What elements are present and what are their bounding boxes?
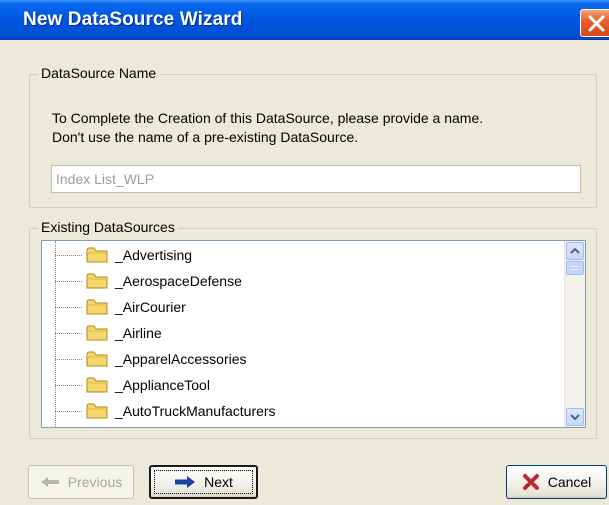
cancel-button-label: Cancel [547, 474, 592, 490]
tree-branch-line [55, 255, 82, 256]
tree-branch-line [55, 333, 82, 334]
tree-branch-line [55, 307, 82, 308]
instruction-line-1: To Complete the Creation of this DataSou… [52, 110, 484, 126]
previous-button-label: Previous [67, 474, 123, 490]
arrow-right-icon [175, 476, 196, 488]
vertical-scrollbar[interactable] [564, 241, 585, 427]
tree-item[interactable]: _AutoTruckManufacturers [55, 399, 555, 425]
tree-item-label: _AirCourier [115, 299, 186, 315]
tree-branch-line [55, 385, 82, 386]
window-title: New DataSource Wizard [23, 9, 243, 30]
close-icon [588, 15, 605, 32]
tree-item-label: _ApparelAccessories [115, 351, 247, 367]
tree-branch-line [55, 411, 82, 412]
close-button[interactable] [580, 9, 609, 37]
tree-item-label: _Advertising [115, 247, 193, 263]
chevron-down-icon [570, 414, 580, 421]
datasource-tree[interactable]: _Advertising _AerospaceDefense _AirCouri… [41, 240, 586, 428]
thumb-grip [571, 266, 579, 267]
folder-icon [86, 299, 108, 315]
folder-icon [86, 377, 108, 393]
next-button[interactable]: Next [149, 465, 258, 499]
folder-icon [86, 403, 108, 419]
folder-icon [86, 351, 108, 367]
tree-item[interactable]: _Airline [55, 321, 555, 347]
wizard-window: New DataSource Wizard DataSource Name To… [0, 0, 609, 505]
folder-icon [86, 247, 108, 263]
existing-datasources-legend: Existing DataSources [38, 219, 178, 235]
scroll-up-button[interactable] [566, 242, 584, 260]
datasource-name-group: DataSource Name To Complete the Creation… [29, 65, 597, 208]
tree-item[interactable]: _AirCourier [55, 295, 555, 321]
tree-item[interactable]: _Advertising [55, 243, 555, 269]
tree-item-label: _AutoTruckManufacturers [115, 403, 276, 419]
tree-item-label: _Airline [115, 325, 162, 341]
scroll-thumb[interactable] [566, 261, 584, 275]
tree-item-label: _AerospaceDefense [115, 273, 242, 289]
tree-branch-line [55, 281, 82, 282]
title-bar[interactable]: New DataSource Wizard [0, 0, 609, 40]
red-x-icon [522, 474, 539, 490]
folder-icon [86, 273, 108, 289]
cancel-button[interactable]: Cancel [506, 465, 607, 499]
existing-datasources-group: Existing DataSources _Advertising _Aeros… [29, 219, 597, 439]
instructions-text: To Complete the Creation of this DataSou… [52, 109, 483, 147]
thumb-grip [571, 269, 579, 270]
tree-item[interactable]: _ApparelAccessories [55, 347, 555, 373]
tree-branch-line [55, 359, 82, 360]
arrow-left-icon [40, 477, 59, 487]
instruction-line-2: Don't use the name of a pre-existing Dat… [52, 129, 359, 145]
datasource-name-input[interactable] [51, 165, 581, 193]
folder-icon [86, 325, 108, 341]
tree-item-label: _ApplianceTool [115, 377, 210, 393]
tree-item[interactable]: _AerospaceDefense [55, 269, 555, 295]
next-button-label: Next [204, 474, 233, 490]
chevron-up-icon [570, 247, 580, 254]
tree-item[interactable]: _ApplianceTool [55, 373, 555, 399]
previous-button[interactable]: Previous [28, 465, 134, 499]
datasource-name-legend: DataSource Name [38, 65, 160, 81]
scroll-down-button[interactable] [566, 408, 584, 426]
